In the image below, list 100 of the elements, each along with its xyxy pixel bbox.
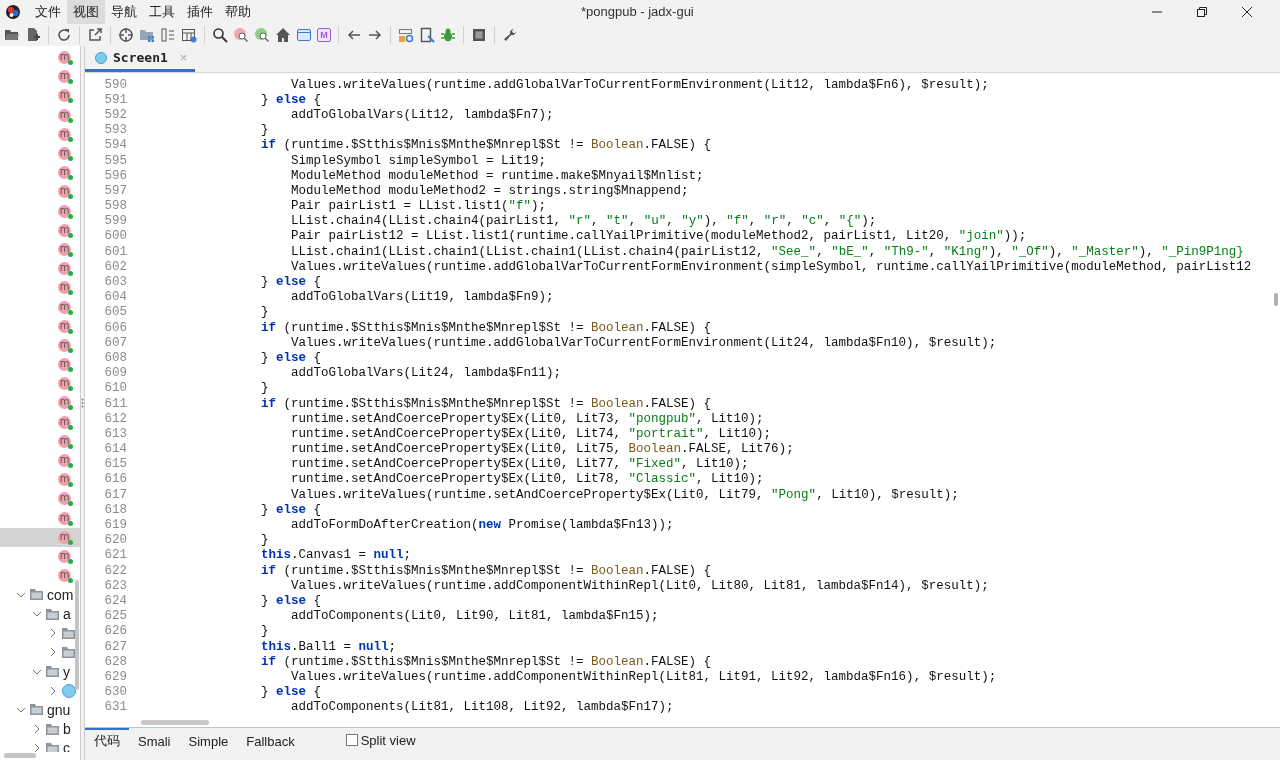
columns-icon[interactable]: [160, 27, 176, 43]
view-tab[interactable]: Fallback: [237, 728, 304, 752]
chevron-right-icon[interactable]: [48, 647, 58, 658]
view-tab[interactable]: 代码: [85, 728, 129, 752]
export-icon[interactable]: [87, 27, 103, 43]
tree-row[interactable]: m: [0, 412, 80, 432]
code-line: ModuleMethod moduleMethod = runtime.make$Mnyail$Mnlist;: [290, 168, 704, 183]
magnifier-badge-icon[interactable]: [233, 27, 249, 43]
tree-row[interactable]: m: [0, 431, 80, 451]
tree-row[interactable]: m: [0, 450, 80, 471]
splitter-handle-icon[interactable]: [81, 398, 84, 408]
wrench-icon[interactable]: [502, 27, 518, 43]
folder-icon: [30, 704, 43, 716]
tree-row[interactable]: m: [0, 546, 80, 567]
method-box-icon[interactable]: M: [317, 28, 331, 42]
chevron-right-icon[interactable]: [48, 628, 58, 639]
method-icon: m: [58, 530, 71, 544]
line-number: 620: [103, 533, 127, 548]
menu-item[interactable]: 工具: [143, 0, 181, 24]
tree-row[interactable]: m: [0, 163, 80, 183]
tree-row[interactable]: m: [0, 297, 80, 317]
tree-row[interactable]: m: [0, 566, 80, 586]
code-line: } else {: [260, 92, 322, 107]
code-line: this.Canvas1 = null;: [260, 548, 412, 563]
chevron-right-icon[interactable]: [32, 724, 42, 735]
tree-row[interactable]: m: [0, 105, 80, 125]
line-number: 608: [103, 350, 127, 365]
line-number: 615: [103, 457, 127, 472]
tree-row[interactable]: m: [0, 508, 80, 528]
code-line: Values.writeValues(runtime.setAndCoerceProperty$Ex(Lit0, Lit79, "Pong", Lit10), $result);: [290, 487, 959, 502]
code-line: runtime.setAndCoerceProperty$Ex(Lit0, Lit74, "portrait", Lit10);: [290, 426, 772, 441]
menu-item[interactable]: 视图: [67, 0, 105, 24]
menu-item[interactable]: 导航: [105, 0, 143, 24]
line-number: 621: [103, 548, 127, 563]
scrollbar-thumb[interactable]: [4, 753, 36, 758]
line-number: 594: [103, 138, 127, 153]
crosshair-icon[interactable]: [118, 27, 134, 43]
window-icon[interactable]: [296, 27, 312, 43]
method-icon: m: [58, 70, 71, 84]
line-number: 627: [103, 639, 127, 654]
class-icon: [62, 683, 76, 698]
tree-row[interactable]: m: [0, 393, 80, 413]
open-icon[interactable]: [4, 27, 20, 43]
menu-item[interactable]: 帮助: [219, 0, 257, 24]
line-number: 623: [103, 578, 127, 593]
refresh-icon[interactable]: [56, 27, 72, 43]
tree-row[interactable]: m: [0, 86, 80, 106]
tree-row[interactable]: y: [0, 662, 80, 682]
tree-row[interactable]: m: [0, 220, 80, 240]
split-view-checkbox[interactable]: Split view: [345, 732, 416, 748]
add-file-icon[interactable]: [25, 27, 41, 43]
line-number: 597: [103, 183, 127, 198]
bug-icon[interactable]: [440, 27, 456, 43]
tree-row[interactable]: m: [0, 527, 80, 547]
scrollbar-thumb[interactable]: [75, 580, 79, 690]
tree-row[interactable]: m: [0, 316, 80, 336]
view-tab[interactable]: Smali: [129, 728, 180, 752]
tree-row[interactable]: com: [0, 585, 80, 605]
line-number: 591: [103, 92, 127, 107]
line-number: 614: [103, 442, 127, 457]
scrollbar-thumb[interactable]: [141, 720, 209, 725]
tree-row[interactable]: m: [0, 355, 80, 375]
table-icon[interactable]: [181, 27, 197, 43]
tree-row[interactable]: gnu: [0, 700, 80, 720]
tree-row[interactable]: m: [0, 124, 80, 144]
code-line: Values.writeValues(runtime.addComponentWithinRepl(Lit81, Lit91, Lit92, lambda$Fn16), $result);: [290, 669, 997, 684]
view-tab[interactable]: Simple: [179, 728, 238, 752]
search-icon[interactable]: [212, 27, 228, 43]
chevron-right-icon[interactable]: [48, 685, 58, 696]
menu-item[interactable]: 文件: [29, 0, 67, 24]
tree-row[interactable]: m: [0, 48, 80, 68]
tree-row[interactable]: m: [0, 67, 80, 87]
code-line: if (runtime.$Stthis$Mnis$Mnthe$Mnrepl$St != Boolean.FALSE) {: [260, 138, 712, 153]
chevron-right-icon[interactable]: [32, 743, 42, 752]
close-icon[interactable]: [1242, 7, 1252, 17]
tree-row[interactable]: m: [0, 239, 80, 260]
code-line: addToGlobalVars(Lit12, lambda$Fn7);: [290, 107, 554, 122]
lock-gear-icon[interactable]: [398, 27, 414, 43]
restore-icon[interactable]: [1197, 7, 1207, 17]
tree-row[interactable]: m: [0, 278, 80, 298]
tree-row[interactable]: m: [0, 182, 80, 202]
method-icon: m: [58, 396, 71, 410]
scrollbar-thumb[interactable]: [1274, 293, 1278, 306]
folder-grid-icon[interactable]: [139, 27, 155, 43]
tree-row[interactable]: m: [0, 201, 80, 221]
menu-item[interactable]: 插件: [181, 0, 219, 24]
stop-icon[interactable]: [471, 27, 487, 43]
close-tab-button[interactable]: ×: [173, 50, 188, 65]
tree-row[interactable]: m: [0, 470, 80, 490]
tree-row[interactable]: m: [0, 489, 80, 509]
tree-row[interactable]: m: [0, 143, 80, 164]
magnifier-badge-icon[interactable]: [254, 27, 270, 43]
package-label: gnu: [47, 701, 71, 718]
tree-row[interactable]: m: [0, 259, 80, 279]
code-line: Values.writeValues(runtime.addGlobalVarToCurrentFormEnvironment(Lit12, lambda$Fn6), $result);: [290, 77, 989, 92]
tree-row[interactable]: m: [0, 374, 80, 394]
tree-row[interactable]: m: [0, 335, 80, 355]
home-icon[interactable]: [275, 27, 291, 43]
tree-row[interactable]: b: [0, 719, 80, 739]
tree-row[interactable]: a: [0, 604, 80, 624]
